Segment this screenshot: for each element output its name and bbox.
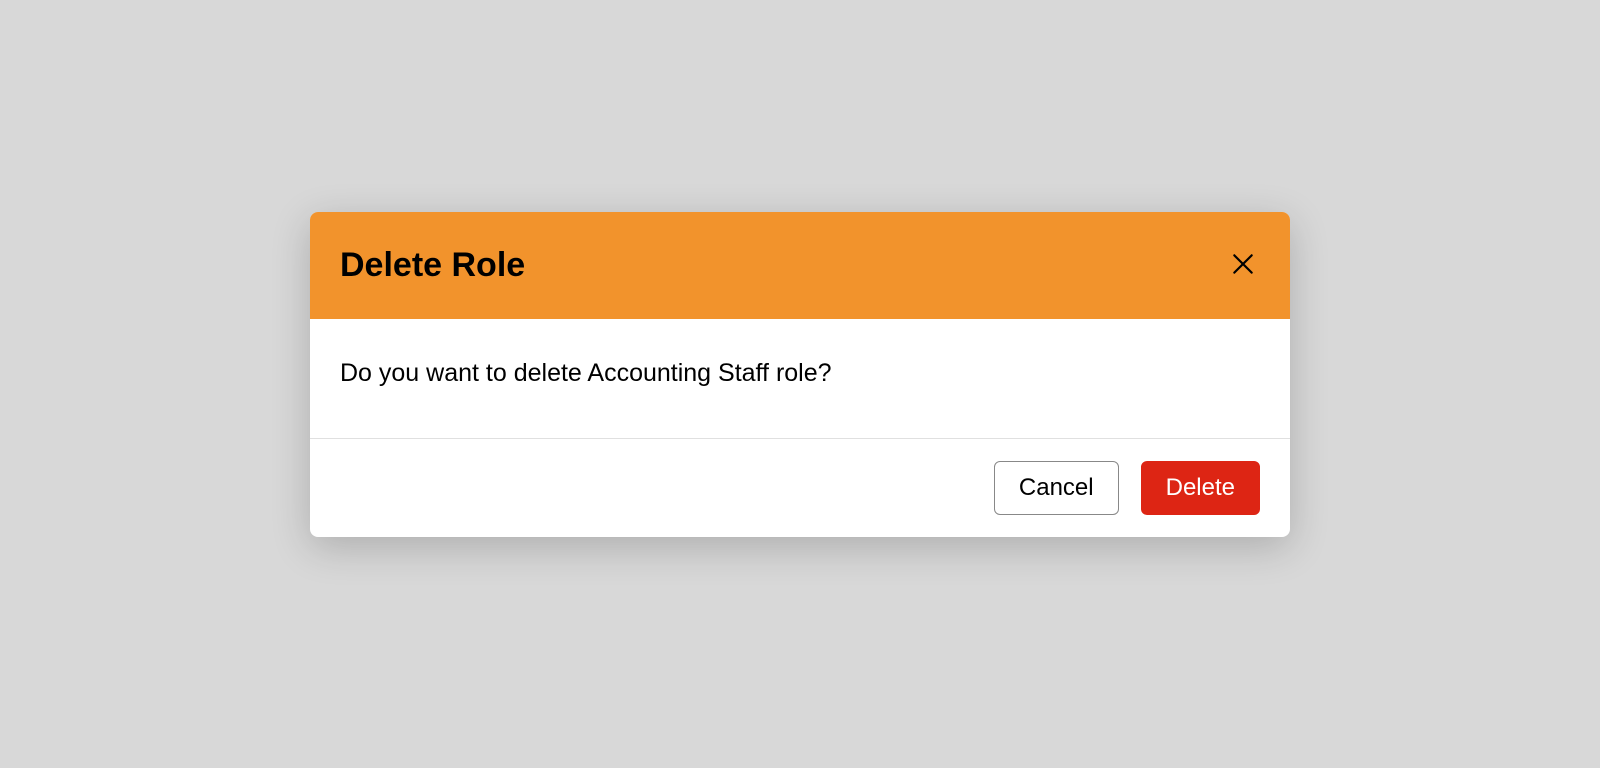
modal-title: Delete Role [340, 246, 525, 285]
modal-message: Do you want to delete Accounting Staff r… [340, 359, 1260, 388]
modal-body: Do you want to delete Accounting Staff r… [310, 319, 1290, 439]
modal-header: Delete Role [310, 212, 1290, 319]
cancel-button[interactable]: Cancel [994, 461, 1119, 515]
close-button[interactable] [1226, 247, 1260, 284]
close-icon [1230, 251, 1256, 280]
delete-role-modal: Delete Role Do you want to delete Accoun… [310, 212, 1290, 537]
delete-button[interactable]: Delete [1141, 461, 1260, 515]
modal-footer: Cancel Delete [310, 439, 1290, 537]
